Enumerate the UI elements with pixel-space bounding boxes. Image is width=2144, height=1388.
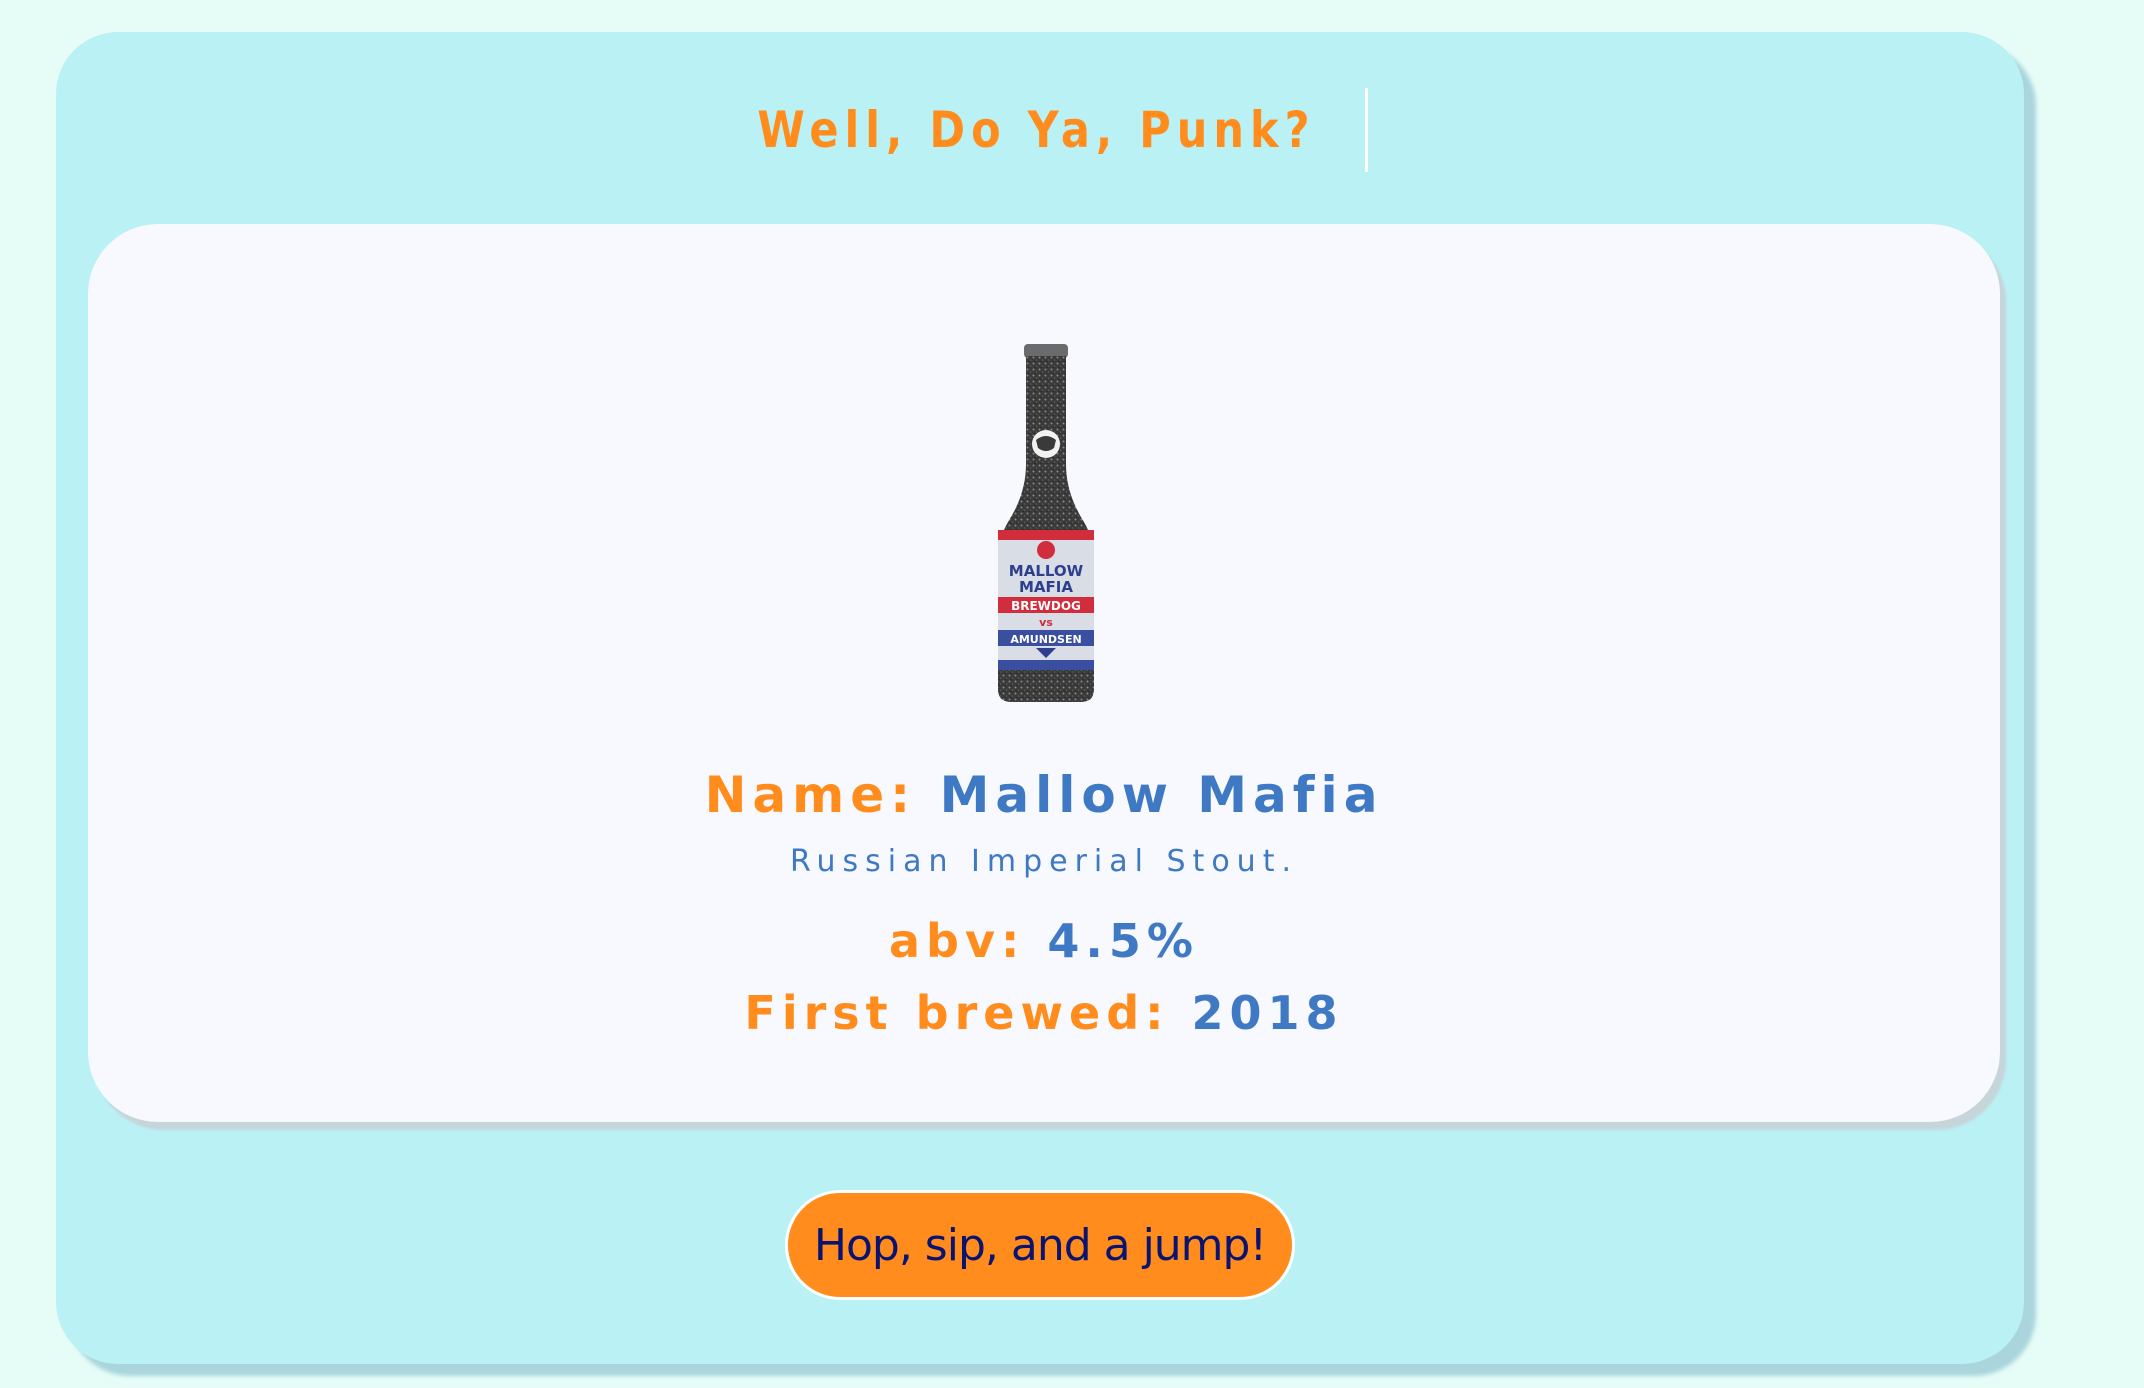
beer-name-row: Name: Mallow Mafia [88, 766, 2000, 824]
page-title: Well, Do Ya, Punk? [757, 101, 1316, 159]
beer-tagline: Russian Imperial Stout. [789, 844, 1298, 879]
app-card: Well, Do Ya, Punk? MALLOW MAFIA BREWDOG … [56, 32, 2024, 1364]
bottle-label-line2: MAFIA [1019, 578, 1073, 596]
abv-row: abv: 4.5% [88, 914, 2000, 968]
abv-value: 4.5% [1047, 914, 1199, 968]
first-brewed-value: 2018 [1191, 986, 1344, 1040]
beer-name: Mallow Mafia [939, 766, 1384, 824]
abv-label: abv: [889, 914, 1026, 968]
next-beer-button[interactable]: Hop, sip, and a jump! [785, 1190, 1295, 1300]
name-label: Name: [704, 766, 917, 824]
header: Well, Do Ya, Punk? [56, 70, 2024, 190]
first-brewed-row: First brewed: 2018 [88, 986, 2000, 1040]
beer-card: MALLOW MAFIA BREWDOG vs AMUNDSEN Name: M… [88, 224, 2000, 1122]
bottle-label-line3: BREWDOG [1011, 599, 1081, 613]
bottle-label-line5: AMUNDSEN [1010, 633, 1081, 646]
bottle-label-line4: vs [1039, 616, 1053, 629]
first-brewed-label: First brewed: [744, 986, 1170, 1040]
typing-cursor [1365, 88, 1369, 172]
beer-bottle-image: MALLOW MAFIA BREWDOG vs AMUNDSEN [998, 344, 1094, 702]
